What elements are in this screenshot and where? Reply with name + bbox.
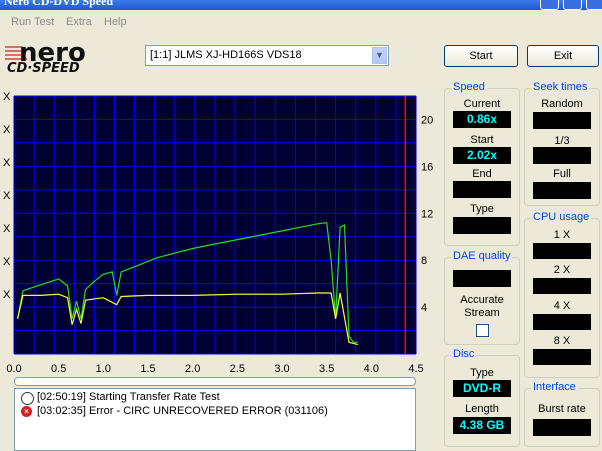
burst-rate-value xyxy=(533,419,591,436)
speed-type-label: Type xyxy=(470,203,494,215)
log-time: [02:50:19] xyxy=(37,391,86,403)
start-button[interactable]: Start xyxy=(444,45,518,67)
y-tick-label: 20 xyxy=(421,114,433,126)
accurate-stream-checkbox[interactable] xyxy=(476,324,489,337)
cpu-usage-panel: CPU usage 1 X 2 X 4 X 8 X xyxy=(524,211,600,378)
y-tick-label: 4 xyxy=(421,302,427,314)
speed-current-value: 0.86x xyxy=(453,111,511,128)
window-title: Nero CD-DVD Speed xyxy=(4,0,114,8)
y-tick-label: 12 xyxy=(421,208,433,220)
title-bar: Nero CD-DVD Speed xyxy=(0,0,602,10)
seek-full-label: Full xyxy=(553,168,571,180)
cpu-title: CPU usage xyxy=(531,211,592,223)
x-tick-label: 2.5 xyxy=(230,363,245,375)
exit-button[interactable]: Exit xyxy=(527,45,599,67)
disc-type-label: Type xyxy=(470,367,494,379)
speed-end-label: End xyxy=(472,168,492,180)
chart-svg: 0.0 0.5 1.0 1.5 2.0 2.5 3.0 3.5 4.0 4.5 20 16 12 8 4 xyxy=(6,95,433,375)
seek-random-label: Random xyxy=(541,98,583,110)
y-tick-label: 16 xyxy=(421,161,433,173)
interface-title: Interface xyxy=(531,381,578,393)
y-tick-label: 8 xyxy=(421,255,427,267)
speed-title: Speed xyxy=(451,81,487,93)
disc-panel: Disc Type DVD-R Length 4.38 GB xyxy=(444,348,520,447)
minimize-button[interactable] xyxy=(540,0,559,10)
progress-bar xyxy=(14,377,416,386)
disc-length-value: 4.38 GB xyxy=(453,417,511,434)
nero-cd-speed-logo: nero CD·SPEED xyxy=(3,37,135,75)
x-tick-label: 0.0 xyxy=(6,363,21,375)
chevron-down-icon[interactable]: ▼ xyxy=(372,47,387,64)
log-time: [03:02:35] xyxy=(37,405,86,417)
speed-panel: Speed Current 0.86x Start 2.02x End Type xyxy=(444,81,520,246)
clock-icon xyxy=(21,392,34,405)
log-entry-text: [02:50:19] Starting Transfer Rate Test xyxy=(37,391,220,403)
close-button[interactable] xyxy=(586,0,602,10)
maximize-button[interactable] xyxy=(563,0,582,10)
interface-panel: Interface Burst rate xyxy=(524,381,600,447)
seek-times-panel: Seek times Random 1/3 Full xyxy=(524,81,600,206)
dae-quality-panel: DAE quality Accurate Stream xyxy=(444,250,520,345)
x-tick-label: 2.0 xyxy=(185,363,200,375)
drive-select[interactable]: [1:1] JLMS XJ-HD166S VDS18 ▼ xyxy=(145,45,389,66)
logo-line2: CD·SPEED xyxy=(7,61,80,75)
seek-full-value xyxy=(533,182,591,199)
seek-title: Seek times xyxy=(531,81,590,93)
dae-title: DAE quality xyxy=(451,250,513,262)
menu-run-test[interactable]: Run Test xyxy=(11,16,54,28)
cpu-1x-value xyxy=(533,243,591,259)
seek-third-value xyxy=(533,147,591,164)
x-tick-label: 4.5 xyxy=(408,363,423,375)
log-message: Starting Transfer Rate Test xyxy=(89,391,220,403)
cpu-2x-label: 2 X xyxy=(553,264,571,276)
x-tick-label: 3.5 xyxy=(319,363,334,375)
dae-stream-label: Stream xyxy=(464,307,500,319)
speed-start-value: 2.02x xyxy=(453,147,511,164)
speed-start-label: Start xyxy=(470,134,494,146)
disc-length-label: Length xyxy=(465,403,499,415)
menu-extra[interactable]: Extra xyxy=(66,16,92,28)
x-tick-label: 3.0 xyxy=(274,363,289,375)
log-message: Error - CIRC UNRECOVERED ERROR (031106) xyxy=(89,405,328,417)
cpu-8x-label: 8 X xyxy=(553,335,571,347)
dae-quality-value xyxy=(453,270,511,287)
error-icon: × xyxy=(21,406,32,417)
log-entry-text: [03:02:35] Error - CIRC UNRECOVERED ERRO… xyxy=(37,405,328,417)
disc-type-value: DVD-R xyxy=(453,380,511,397)
x-tick-label: 1.5 xyxy=(140,363,155,375)
dae-accurate-label: Accurate xyxy=(460,294,504,306)
x-tick-label: 0.5 xyxy=(51,363,66,375)
cpu-1x-label: 1 X xyxy=(553,229,571,241)
seek-third-label: 1/3 xyxy=(554,135,570,147)
menu-bar: Run Test Extra Help xyxy=(0,11,602,33)
cpu-8x-value xyxy=(533,349,591,365)
transfer-rate-graph: X X X X X X X 0.0 0.5 1.0 1.5 2.0 2.5 3.0 3.5 4.… xyxy=(0,80,440,380)
speed-type-value xyxy=(453,217,511,234)
x-tick-label: 4.0 xyxy=(364,363,379,375)
menu-help[interactable]: Help xyxy=(104,16,127,28)
cpu-2x-value xyxy=(533,278,591,294)
speed-current-label: Current xyxy=(463,98,501,110)
log-list: [02:50:19] Starting Transfer Rate Test ×… xyxy=(14,388,416,451)
x-tick-label: 1.0 xyxy=(96,363,111,375)
seek-random-value xyxy=(533,112,591,129)
drive-select-value: [1:1] JLMS XJ-HD166S VDS18 xyxy=(150,49,302,61)
cpu-4x-value xyxy=(533,314,591,330)
speed-end-value xyxy=(453,181,511,198)
cpu-4x-label: 4 X xyxy=(553,300,571,312)
disc-title: Disc xyxy=(451,348,477,360)
burst-rate-label: Burst rate xyxy=(538,403,586,415)
